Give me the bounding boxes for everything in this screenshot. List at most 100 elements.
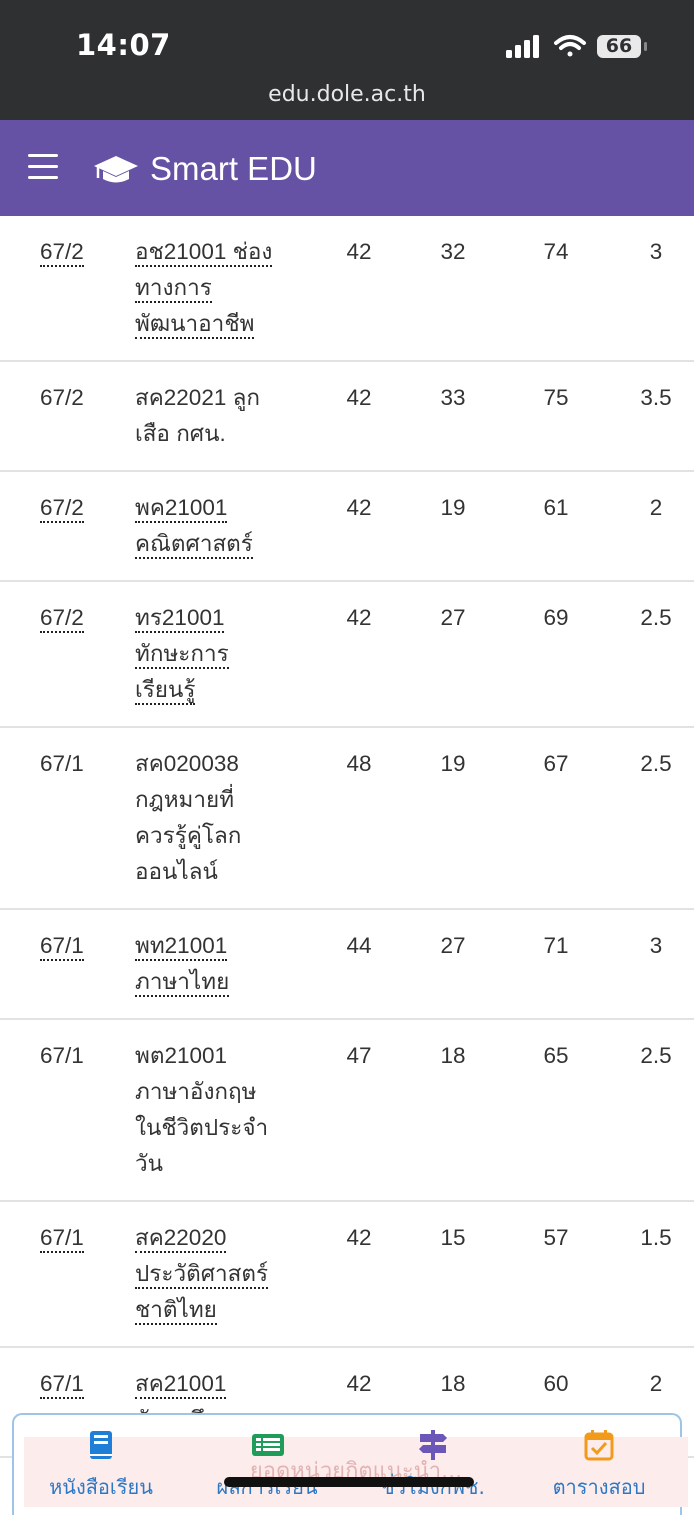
- grade-row: 67/1 สค020038 กฎหมายที่ ควรรู้คู่โลก ออนไลน์…: [0, 727, 694, 910]
- term-cell: 67/1: [0, 1019, 135, 1202]
- app-header: Smart EDU: [0, 120, 694, 216]
- grade-value: 2.5: [606, 1019, 694, 1202]
- score-total: 69: [506, 581, 606, 728]
- subject-name-line[interactable]: ทักษะการ: [135, 641, 229, 669]
- nav-textbooks[interactable]: หนังสือเรียน: [18, 1415, 184, 1505]
- nav-label: หนังสือเรียน: [49, 1475, 153, 1499]
- score-total: 65: [506, 1019, 606, 1202]
- calendar-check-icon: [584, 1430, 614, 1461]
- score-collected: 42: [318, 1201, 400, 1348]
- subject-name-line[interactable]: สค22020: [135, 1225, 227, 1253]
- term-value[interactable]: 67/1: [40, 1225, 84, 1253]
- grade-value: 2.5: [606, 727, 694, 910]
- term-value[interactable]: 67/1: [40, 1371, 84, 1399]
- subject-name-line[interactable]: อช21001 ช่อง: [135, 239, 273, 267]
- term-value: 67/2: [40, 385, 84, 410]
- status-bar: 14:07 66 edu.dole.ac.th: [0, 0, 694, 120]
- subject-name-line: ควรรู้คู่โลก: [135, 823, 242, 848]
- subject-name-line: พต21001: [135, 1043, 228, 1068]
- subject-cell[interactable]: ทร21001 ทักษะการเรียนรู้: [135, 581, 318, 728]
- grade-row: 67/2 พค21001 คณิตศาสตร์ 42 19 61 2: [0, 471, 694, 582]
- nav-activity-hours[interactable]: ชั่วโมงกพช.: [350, 1415, 516, 1505]
- score-exam: 18: [400, 1019, 506, 1202]
- score-total: 61: [506, 471, 606, 582]
- term-cell[interactable]: 67/2: [0, 581, 135, 728]
- app-title: Smart EDU: [150, 150, 317, 187]
- subject-name-line: ออนไลน์: [135, 859, 218, 884]
- grade-value: 3: [606, 909, 694, 1020]
- score-total: 74: [506, 216, 606, 362]
- grade-value: 1.5: [606, 1201, 694, 1348]
- score-collected: 42: [318, 471, 400, 582]
- term-value[interactable]: 67/2: [40, 239, 84, 267]
- term-cell: 67/2: [0, 361, 135, 472]
- grades-table: 67/2 อช21001 ช่อง ทางการ พัฒนาอาชีพ 42 32 74 3 6…: [0, 216, 694, 1458]
- wifi-icon: [554, 35, 586, 57]
- term-cell[interactable]: 67/1: [0, 909, 135, 1020]
- nav-label: ตารางสอบ: [552, 1475, 646, 1499]
- subject-name-line: กฎหมายที่: [135, 787, 235, 812]
- subject-cell: สค020038 กฎหมายที่ ควรรู้คู่โลก ออนไลน์: [135, 727, 318, 910]
- signal-icon: [506, 35, 539, 58]
- score-exam: 27: [400, 581, 506, 728]
- score-total: 67: [506, 727, 606, 910]
- score-exam: 19: [400, 471, 506, 582]
- grade-value: 3: [606, 216, 694, 362]
- score-collected: 47: [318, 1019, 400, 1202]
- subject-cell[interactable]: สค22020 ประวัติศาสตร์ชาติไทย: [135, 1201, 318, 1348]
- grade-row: 67/2 อช21001 ช่อง ทางการ พัฒนาอาชีพ 42 32 74 3: [0, 216, 694, 362]
- term-cell[interactable]: 67/2: [0, 471, 135, 582]
- grade-row: 67/1 สค22020 ประวัติศาสตร์ชาติไทย 42 15 57 1.5: [0, 1201, 694, 1348]
- subject-name-line[interactable]: เรียนรู้: [135, 677, 196, 705]
- score-exam: 15: [400, 1201, 506, 1348]
- subject-name-line: ในชีวิตประจำ: [135, 1115, 269, 1140]
- score-total: 71: [506, 909, 606, 1020]
- term-cell[interactable]: 67/2: [0, 216, 135, 362]
- score-collected: 48: [318, 727, 400, 910]
- score-exam: 27: [400, 909, 506, 1020]
- graduation-cap-icon: [94, 156, 138, 183]
- battery-level: 66: [605, 35, 633, 57]
- menu-icon[interactable]: [28, 154, 58, 180]
- subject-name-line[interactable]: สค21001: [135, 1371, 227, 1399]
- subject-name-line: วัน: [135, 1151, 164, 1176]
- subject-cell[interactable]: พท21001 ภาษาไทย: [135, 909, 318, 1020]
- term-cell: 67/1: [0, 727, 135, 910]
- subject-name-line[interactable]: พค21001: [135, 495, 228, 523]
- grade-value: 2.5: [606, 581, 694, 728]
- subject-name-line[interactable]: ภาษาไทย: [135, 969, 230, 997]
- subject-name-line[interactable]: ทางการ: [135, 275, 212, 303]
- nav-grades[interactable]: ผลการเรียน: [184, 1415, 350, 1505]
- term-cell[interactable]: 67/1: [0, 1201, 135, 1348]
- subject-name-line: ภาษาอังกฤษ: [135, 1079, 257, 1104]
- clock: 14:07: [76, 28, 171, 62]
- term-value[interactable]: 67/2: [40, 605, 84, 633]
- term-value: 67/1: [40, 751, 84, 776]
- term-value[interactable]: 67/1: [40, 933, 84, 961]
- subject-name-line: เสือ กศน.: [135, 421, 226, 446]
- score-exam: 19: [400, 727, 506, 910]
- subject-name-line[interactable]: พท21001: [135, 933, 228, 961]
- nav-label: ชั่วโมงกพช.: [381, 1475, 485, 1499]
- subject-name-line[interactable]: ประวัติศาสตร์: [135, 1261, 269, 1289]
- nav-exam-schedule[interactable]: ตารางสอบ: [516, 1415, 682, 1505]
- score-collected: 42: [318, 216, 400, 362]
- subject-name-line[interactable]: ชาติไทย: [135, 1297, 217, 1325]
- home-indicator: [224, 1477, 474, 1487]
- score-exam: 32: [400, 216, 506, 362]
- signpost-icon: [419, 1430, 447, 1460]
- grade-value: 2: [606, 471, 694, 582]
- score-total: 75: [506, 361, 606, 472]
- subject-cell[interactable]: อช21001 ช่องทางการพัฒนาอาชีพ: [135, 216, 318, 362]
- score-collected: 42: [318, 581, 400, 728]
- term-value[interactable]: 67/2: [40, 495, 84, 523]
- subject-name-line[interactable]: พัฒนาอาชีพ: [135, 311, 255, 339]
- score-collected: 42: [318, 361, 400, 472]
- score-total: 57: [506, 1201, 606, 1348]
- grade-row: 67/1 พท21001 ภาษาไทย 44 27 71 3: [0, 909, 694, 1020]
- subject-name-line[interactable]: ทร21001: [135, 605, 225, 633]
- subject-cell[interactable]: พค21001 คณิตศาสตร์: [135, 471, 318, 582]
- url-bar[interactable]: edu.dole.ac.th: [0, 82, 694, 107]
- score-collected: 44: [318, 909, 400, 1020]
- subject-name-line[interactable]: คณิตศาสตร์: [135, 531, 253, 559]
